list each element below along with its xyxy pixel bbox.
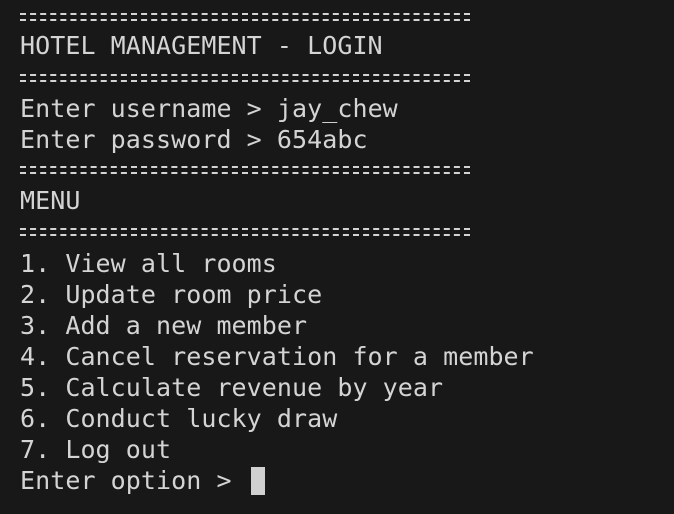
- separator-line: [20, 11, 470, 23]
- password-prompt: Enter password >: [20, 125, 277, 154]
- separator-line: [20, 164, 470, 176]
- menu-item: 3. Add a new member: [20, 311, 308, 340]
- menu-title: MENU: [20, 186, 81, 215]
- username-line: Enter username > jay_chew: [20, 93, 398, 124]
- menu-item: 6. Conduct lucky draw: [20, 404, 338, 433]
- username-value: jay_chew: [276, 94, 398, 123]
- separator-line: [20, 72, 470, 84]
- menu-item: 5. Calculate revenue by year: [20, 373, 444, 402]
- menu-item: 7. Log out: [20, 435, 172, 464]
- text-cursor: [250, 467, 265, 495]
- password-value: 654abc: [276, 125, 368, 154]
- menu-item: 2. Update room price: [20, 280, 323, 309]
- header-title: HOTEL MANAGEMENT - LOGIN: [20, 31, 383, 60]
- separator-line: [20, 226, 470, 238]
- option-input-line[interactable]: Enter option >: [20, 465, 265, 496]
- menu-item: 1. View all rooms: [20, 249, 277, 278]
- option-prompt: Enter option >: [20, 466, 247, 495]
- username-prompt: Enter username >: [20, 94, 277, 123]
- terminal-window[interactable]: HOTEL MANAGEMENT - LOGIN Enter username …: [0, 0, 674, 514]
- menu-item: 4. Cancel reservation for a member: [20, 342, 534, 371]
- password-line: Enter password > 654abc: [20, 124, 368, 155]
